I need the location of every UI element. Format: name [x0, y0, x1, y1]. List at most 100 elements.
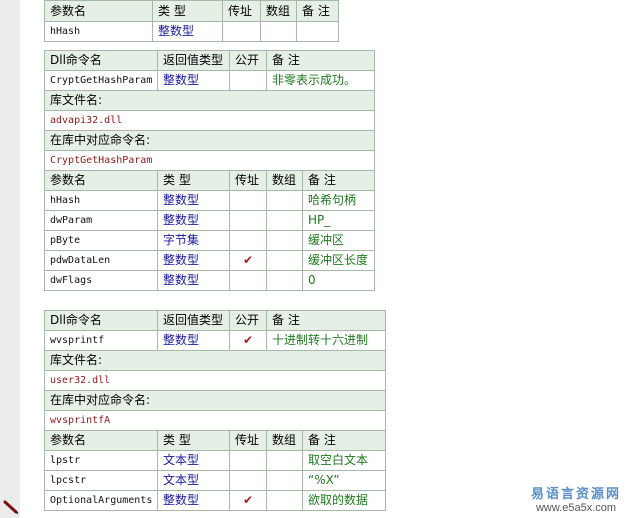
lib-file[interactable]: advapi32.dll: [43, 110, 376, 131]
param-type[interactable]: 整数型: [157, 190, 230, 211]
param-array[interactable]: [266, 250, 303, 271]
dll-row[interactable]: wvsprintf 整数型 ✔ 十进制转十六进制: [44, 330, 387, 351]
param-byref[interactable]: [229, 450, 267, 471]
param-array[interactable]: [266, 270, 303, 291]
table-row[interactable]: OptionalArguments 整数型 ✔ 欲取的数据: [44, 490, 387, 511]
param-note[interactable]: 0: [301, 270, 376, 291]
param-note[interactable]: HP_: [301, 210, 376, 231]
dll-row[interactable]: CryptGetHashParam 整数型 非零表示成功。: [44, 70, 376, 91]
col-ret-type: 返回值类型: [157, 310, 230, 331]
param-header-row: 参数名 类 型 传址 数组 备 注: [44, 170, 376, 191]
col-byref: 传址: [222, 0, 261, 22]
param-note[interactable]: 取空白文本: [301, 450, 387, 471]
param-note[interactable]: 哈希句柄: [301, 190, 376, 211]
param-note[interactable]: “%X”: [301, 470, 387, 491]
lib-label: 库文件名:: [43, 350, 387, 371]
param-array[interactable]: [266, 190, 303, 211]
cmd-label: 在库中对应命令名:: [43, 130, 376, 151]
param-name[interactable]: lpcstr: [44, 470, 158, 491]
pencil-icon: [3, 500, 19, 514]
col-dll-name: Dll命令名: [44, 50, 158, 71]
param-type[interactable]: 整数型: [157, 210, 230, 231]
param-type[interactable]: 文本型: [157, 450, 230, 471]
param-type[interactable]: 整数型: [152, 21, 223, 42]
col-byref: 传址: [229, 430, 267, 451]
lib-file[interactable]: user32.dll: [43, 370, 387, 391]
param-byref[interactable]: [229, 190, 267, 211]
cmd-label-row: 在库中对应命令名:: [43, 130, 376, 151]
param-type[interactable]: 文本型: [157, 470, 230, 491]
checkmark-icon[interactable]: ✔: [229, 490, 267, 511]
param-name[interactable]: hHash: [44, 190, 158, 211]
param-note[interactable]: 缓冲区: [301, 230, 376, 251]
param-note[interactable]: 欲取的数据: [301, 490, 387, 511]
lib-row[interactable]: advapi32.dll: [43, 110, 376, 131]
param-name[interactable]: pdwDataLen: [44, 250, 158, 271]
param-name[interactable]: pByte: [44, 230, 158, 251]
dll-table-wvsprintf: Dll命令名 返回值类型 公开 备 注 wvsprintf 整数型 ✔ 十进制转…: [43, 310, 387, 511]
col-dll-note: 备 注: [265, 50, 376, 71]
cmd-label: 在库中对应命令名:: [43, 390, 387, 411]
cmd-row[interactable]: CryptGetHashParam: [43, 150, 376, 171]
dll-header-row: Dll命令名 返回值类型 公开 备 注: [44, 50, 376, 71]
param-type[interactable]: 整数型: [157, 490, 230, 511]
site-watermark: 易语言资源网 www.e5a5x.com: [517, 483, 635, 514]
table-row[interactable]: pByte 字节集 缓冲区: [44, 230, 376, 251]
lib-cmd-name[interactable]: CryptGetHashParam: [43, 150, 376, 171]
table-row[interactable]: pdwDataLen 整数型 ✔ 缓冲区长度: [44, 250, 376, 271]
watermark-url: www.e5a5x.com: [535, 502, 617, 514]
dll-ret-type[interactable]: 整数型: [157, 330, 230, 351]
param-name[interactable]: OptionalArguments: [44, 490, 158, 511]
col-ret-type: 返回值类型: [157, 50, 230, 71]
dll-note[interactable]: 非零表示成功。: [265, 70, 376, 91]
param-byref[interactable]: [222, 21, 261, 42]
dll-note[interactable]: 十进制转十六进制: [265, 330, 387, 351]
param-note[interactable]: [296, 21, 339, 42]
dll-public[interactable]: [229, 70, 267, 91]
checkmark-icon[interactable]: ✔: [229, 330, 267, 351]
col-array: 数组: [266, 430, 303, 451]
table-row[interactable]: lpcstr 文本型 “%X”: [44, 470, 387, 491]
col-public: 公开: [229, 310, 267, 331]
lib-label-row: 库文件名:: [43, 350, 387, 371]
table-row[interactable]: lpstr 文本型 取空白文本: [44, 450, 387, 471]
col-dll-name: Dll命令名: [44, 310, 158, 331]
col-public: 公开: [229, 50, 267, 71]
table-row[interactable]: dwFlags 整数型 0: [44, 270, 376, 291]
param-note[interactable]: 缓冲区长度: [301, 250, 376, 271]
table-row[interactable]: hHash 整数型 哈希句柄: [44, 190, 376, 211]
col-dll-note: 备 注: [265, 310, 387, 331]
param-name[interactable]: dwFlags: [44, 270, 158, 291]
param-array[interactable]: [266, 470, 303, 491]
param-array[interactable]: [260, 21, 297, 42]
lib-row[interactable]: user32.dll: [43, 370, 387, 391]
dll-name[interactable]: wvsprintf: [44, 330, 158, 351]
lib-cmd-name[interactable]: wvsprintfA: [43, 410, 387, 431]
param-header-row: 参数名 类 型 传址 数组 备 注: [44, 430, 387, 451]
param-type[interactable]: 字节集: [157, 230, 230, 251]
param-type[interactable]: 整数型: [157, 270, 230, 291]
param-name[interactable]: hHash: [44, 21, 153, 42]
top-param-table: 参数名 类 型 传址 数组 备 注 hHash 整数型: [44, 0, 339, 42]
checkmark-icon[interactable]: ✔: [229, 250, 267, 271]
table-row[interactable]: hHash 整数型: [44, 21, 339, 42]
param-array[interactable]: [266, 210, 303, 231]
param-byref[interactable]: [229, 470, 267, 491]
param-name[interactable]: dwParam: [44, 210, 158, 231]
param-array[interactable]: [266, 230, 303, 251]
param-byref[interactable]: [229, 230, 267, 251]
param-array[interactable]: [266, 450, 303, 471]
dll-name[interactable]: CryptGetHashParam: [44, 70, 158, 91]
param-header-row: 参数名 类 型 传址 数组 备 注: [44, 0, 339, 22]
col-note: 备 注: [301, 430, 387, 451]
col-param-name: 参数名: [44, 430, 158, 451]
param-byref[interactable]: [229, 210, 267, 231]
param-name[interactable]: lpstr: [44, 450, 158, 471]
param-array[interactable]: [266, 490, 303, 511]
dll-ret-type[interactable]: 整数型: [157, 70, 230, 91]
param-type[interactable]: 整数型: [157, 250, 230, 271]
param-byref[interactable]: [229, 270, 267, 291]
cmd-row[interactable]: wvsprintfA: [43, 410, 387, 431]
table-row[interactable]: dwParam 整数型 HP_: [44, 210, 376, 231]
watermark-title: 易语言资源网: [530, 487, 621, 502]
